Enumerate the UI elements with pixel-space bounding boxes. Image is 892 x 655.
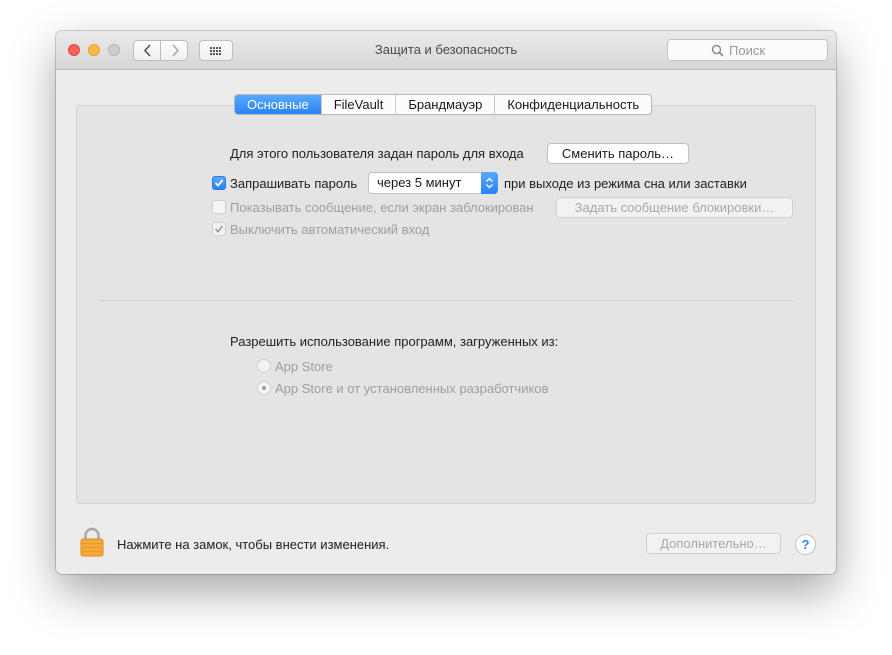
title-bar: Защита и безопасность Поиск [56, 31, 836, 70]
tab-general[interactable]: Основные [235, 95, 321, 114]
password-delay-value: через 5 минут [377, 175, 462, 190]
search-placeholder: Поиск [729, 43, 766, 58]
change-password-button[interactable]: Сменить пароль… [547, 143, 689, 164]
disable-autologin-checkbox[interactable] [212, 222, 226, 236]
help-icon: ? [801, 537, 810, 552]
checkmark-icon [214, 179, 224, 187]
tab-privacy[interactable]: Конфиденциальность [494, 95, 651, 114]
disable-autologin-label: Выключить автоматический вход [230, 222, 430, 237]
radio-selected-dot [262, 386, 266, 390]
allow-apps-label: Разрешить использование программ, загруж… [230, 334, 559, 349]
lock-button[interactable] [80, 527, 104, 562]
require-password-label: Запрашивать пароль [230, 176, 358, 191]
checkmark-icon [214, 225, 224, 233]
after-sleep-text: при выходе из режима сна или заставки [504, 176, 747, 191]
popup-arrow [481, 172, 498, 194]
tab-firewall[interactable]: Брандмауэр [395, 95, 494, 114]
tab-filevault[interactable]: FileVault [320, 95, 396, 114]
help-button[interactable]: ? [795, 534, 816, 555]
lock-instruction-text: Нажмите на замок, чтобы внести изменения… [117, 537, 390, 552]
search-field[interactable]: Поиск [667, 39, 828, 61]
show-message-checkbox[interactable] [212, 200, 226, 214]
radio-app-store-and-identified[interactable] [257, 381, 271, 395]
separator [98, 300, 794, 301]
chevron-updown-icon [486, 177, 493, 189]
show-message-label: Показывать сообщение, если экран заблоки… [230, 200, 534, 215]
lock-icon [80, 527, 104, 557]
password-delay-select[interactable]: через 5 минут [368, 172, 498, 194]
password-set-text: Для этого пользователя задан пароль для … [230, 146, 524, 161]
require-password-checkbox[interactable] [212, 176, 226, 190]
set-lock-message-button[interactable]: Задать сообщение блокировки… [556, 197, 793, 218]
radio-app-store-and-identified-label: App Store и от установленных разработчик… [275, 381, 549, 396]
tab-bar: Основные FileVault Брандмауэр Конфиденци… [234, 94, 653, 115]
content-pane [76, 105, 816, 504]
search-icon [711, 44, 724, 57]
radio-app-store[interactable] [257, 359, 271, 373]
preferences-window: Защита и безопасность Поиск Основные Fil… [56, 31, 836, 574]
radio-app-store-label: App Store [275, 359, 333, 374]
advanced-button[interactable]: Дополнительно… [646, 533, 781, 554]
